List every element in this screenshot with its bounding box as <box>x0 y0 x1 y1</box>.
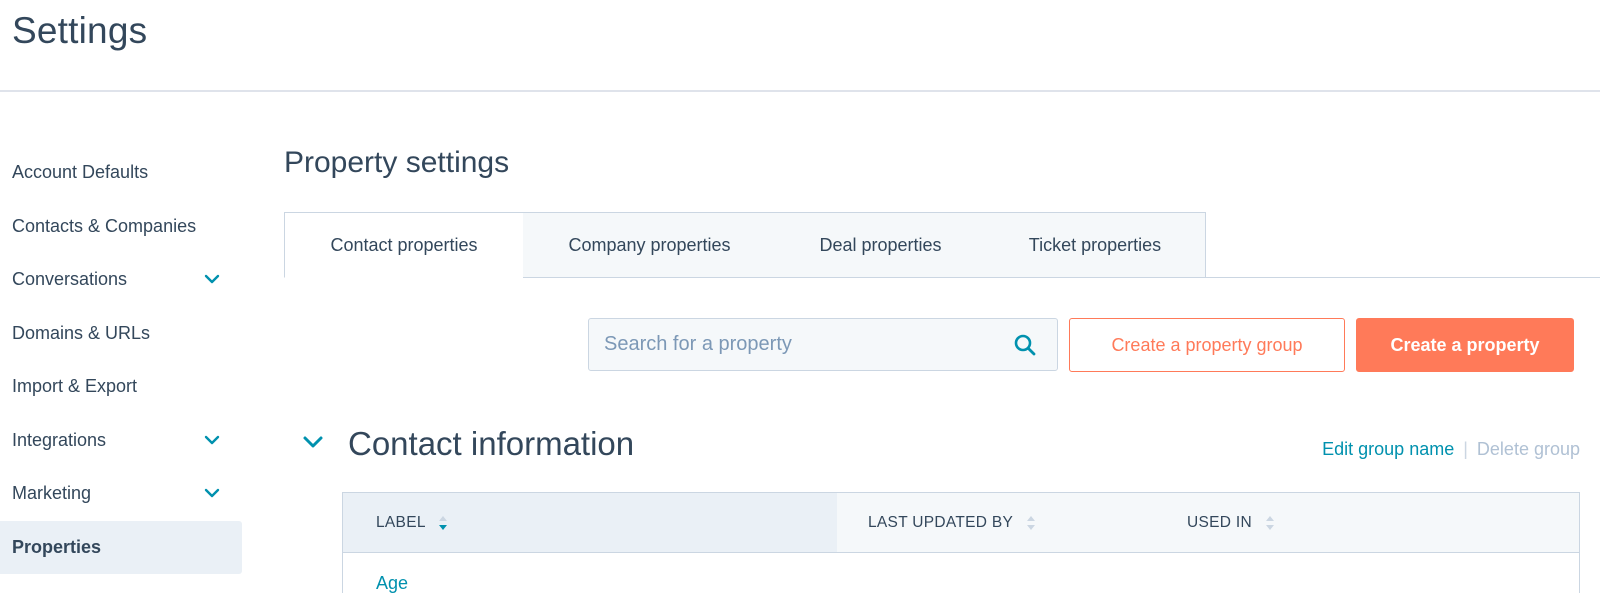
search-box <box>588 318 1058 371</box>
tab-deal-properties[interactable]: Deal properties <box>776 212 986 278</box>
group-actions: Edit group name | Delete group <box>1322 439 1580 460</box>
table-header: LABEL LAST UPDATED BY USED IN <box>342 492 1580 553</box>
column-header-used-in[interactable]: USED IN <box>1187 493 1275 552</box>
table-body: Age <box>342 553 1580 593</box>
column-header-label[interactable]: LABEL <box>343 493 837 552</box>
sort-icon[interactable] <box>1265 513 1275 533</box>
edit-group-name-link[interactable]: Edit group name <box>1322 439 1454 459</box>
tab-ticket-properties[interactable]: Ticket properties <box>985 212 1206 278</box>
chevron-down-icon[interactable] <box>302 434 324 450</box>
tab-label: Contact properties <box>330 235 478 255</box>
sort-icon[interactable] <box>438 513 448 533</box>
column-header-text: LAST UPDATED BY <box>868 514 1013 531</box>
tab-label: Company properties <box>568 235 731 255</box>
group-title: Contact information <box>348 425 635 462</box>
section-title: Property settings <box>284 146 510 179</box>
sort-icon[interactable] <box>1026 513 1036 533</box>
search-icon[interactable] <box>1013 333 1037 357</box>
create-property-button[interactable]: Create a property <box>1356 318 1574 372</box>
delete-group-link[interactable]: Delete group <box>1477 439 1580 459</box>
tab-label: Deal properties <box>819 235 942 255</box>
create-property-group-button[interactable]: Create a property group <box>1069 318 1345 372</box>
column-header-last-updated-by[interactable]: LAST UPDATED BY <box>868 493 1036 552</box>
column-header-text: LABEL <box>376 514 426 531</box>
tab-company-properties[interactable]: Company properties <box>523 212 777 278</box>
tab-contact-properties[interactable]: Contact properties <box>284 212 524 278</box>
tab-label: Ticket properties <box>1028 235 1162 255</box>
main-content: Property settings Contact properties Com… <box>0 0 1600 593</box>
column-header-text: USED IN <box>1187 514 1252 531</box>
search-input[interactable] <box>589 319 1009 370</box>
action-separator: | <box>1463 439 1468 459</box>
